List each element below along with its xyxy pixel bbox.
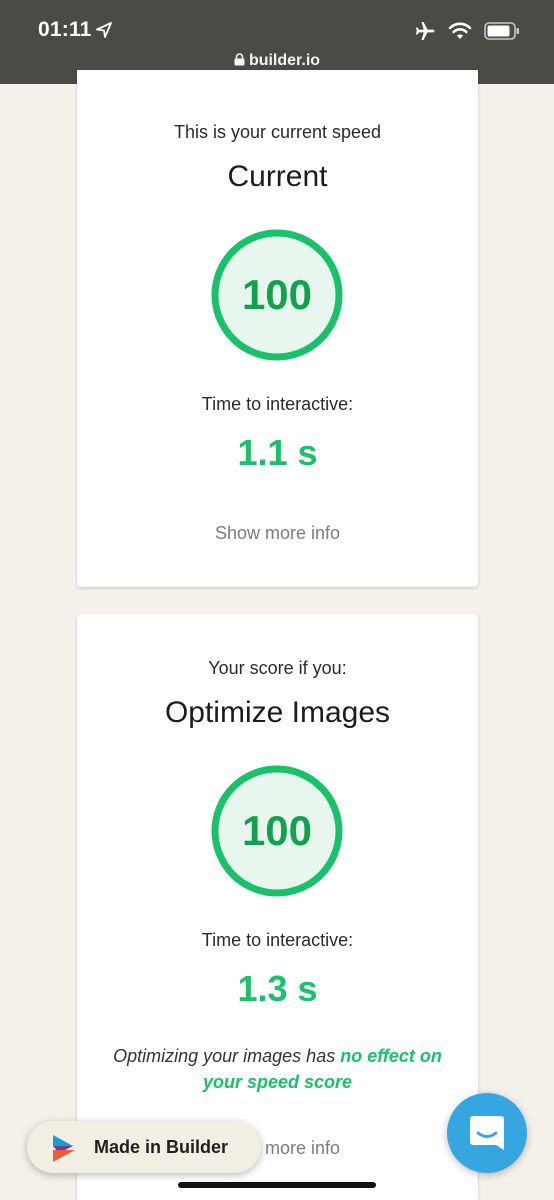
status-icons bbox=[414, 20, 524, 42]
chat-icon bbox=[470, 1116, 504, 1150]
lock-icon bbox=[234, 53, 245, 66]
card-subtitle: Your score if you: bbox=[208, 658, 347, 678]
tti-value: 1.1 s bbox=[237, 432, 318, 473]
chat-launcher-button[interactable] bbox=[447, 1093, 527, 1173]
location-arrow-icon bbox=[96, 22, 112, 38]
note-text: Optimizing your images has bbox=[113, 1046, 341, 1066]
airplane-mode-icon bbox=[415, 22, 435, 40]
wifi-icon bbox=[448, 22, 472, 39]
card-title: Optimize Images bbox=[164, 696, 391, 729]
tti-value: 1.3 s bbox=[237, 968, 318, 1009]
status-time: 01:11 bbox=[38, 18, 92, 41]
made-in-builder-badge[interactable]: Made in Builder bbox=[27, 1121, 261, 1173]
home-indicator[interactable] bbox=[178, 1182, 376, 1188]
optimization-note: Optimizing your images has no effect on … bbox=[99, 1043, 456, 1095]
url-text: builder.io bbox=[248, 52, 321, 69]
status-bar: 01:11 bbox=[0, 0, 554, 52]
tti-label: Time to interactive: bbox=[201, 930, 354, 950]
score-value: 100 bbox=[241, 807, 313, 854]
score-gauge: 100 bbox=[210, 228, 344, 362]
score-value: 100 bbox=[241, 271, 313, 318]
made-in-builder-label: Made in Builder bbox=[94, 1137, 229, 1157]
battery-icon bbox=[484, 22, 519, 40]
card-subtitle: This is your current speed bbox=[173, 122, 382, 142]
speed-card-current: This is your current speed Current 100 T… bbox=[77, 70, 478, 587]
tti-label: Time to interactive: bbox=[201, 394, 354, 414]
score-gauge: 100 bbox=[210, 764, 344, 898]
show-more-info-link[interactable]: Show more info bbox=[77, 523, 478, 544]
card-title: Current bbox=[227, 160, 328, 193]
speed-card-optimize-images: Your score if you: Optimize Images 100 T… bbox=[77, 614, 478, 1200]
builder-logo-icon bbox=[53, 1135, 75, 1162]
